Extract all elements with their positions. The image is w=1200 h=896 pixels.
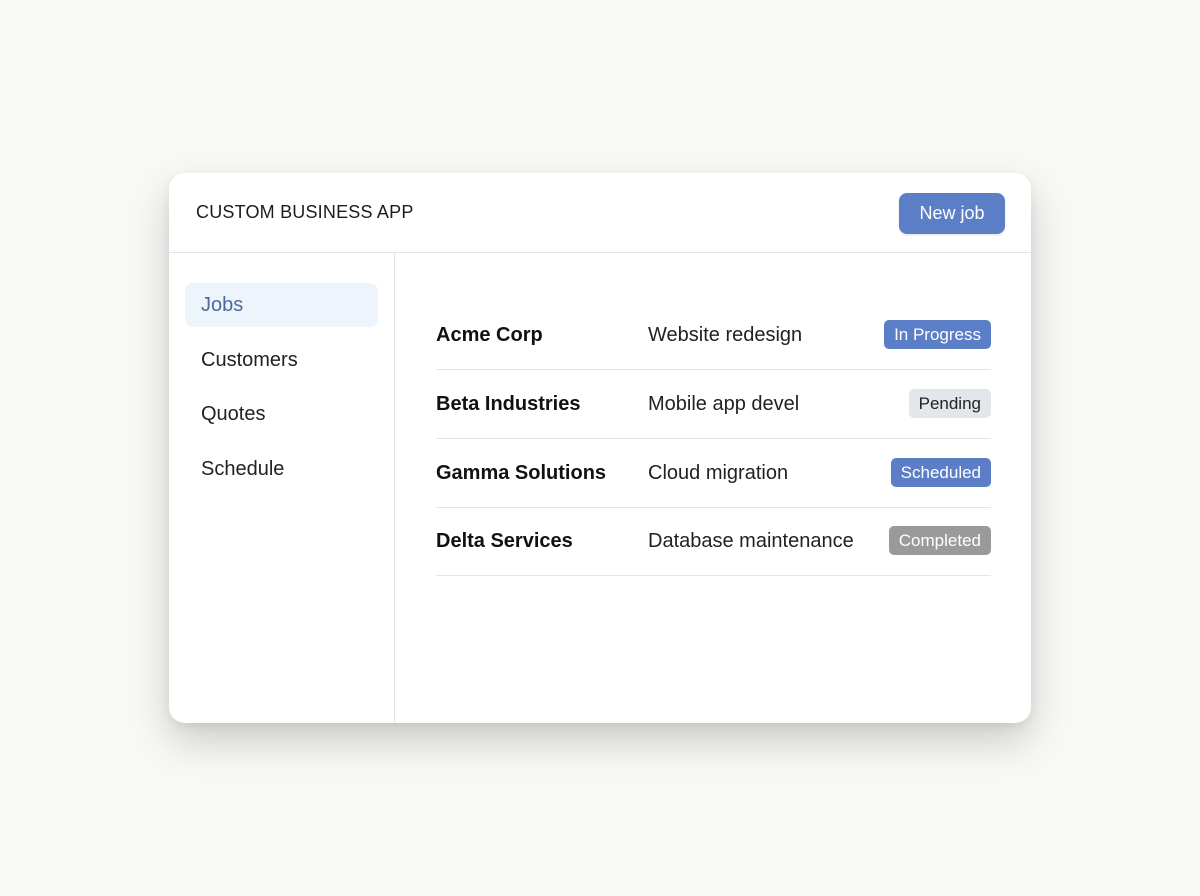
job-customer-name: Gamma Solutions: [436, 462, 607, 484]
new-job-button[interactable]: New job: [899, 193, 1005, 234]
sidebar-item-quotes[interactable]: Quotes: [185, 392, 378, 436]
status-badge: Pending: [908, 389, 991, 418]
status-badge: In Progress: [884, 320, 991, 349]
job-title: Mobile app devel: [648, 393, 800, 415]
sidebar-item-schedule[interactable]: Schedule: [185, 447, 378, 491]
job-row[interactable]: Delta Services Database maintenance Comp…: [436, 507, 991, 576]
job-row[interactable]: Beta Industries Mobile app devel Pending: [436, 370, 991, 439]
jobs-list: Acme Corp Website redesign In Progress B…: [395, 253, 1031, 723]
job-title: Website redesign: [648, 324, 803, 346]
job-customer-name: Acme Corp: [436, 324, 543, 346]
status-badge: Completed: [888, 526, 991, 555]
sidebar: Jobs Customers Quotes Schedule: [169, 253, 395, 723]
job-customer-name: Delta Services: [436, 530, 573, 552]
job-title: Database maintenance: [648, 530, 854, 552]
app-window: CUSTOM BUSINESS APP New job Jobs Custome…: [169, 173, 1031, 723]
app-title: CUSTOM BUSINESS APP: [196, 202, 414, 222]
status-badge: Scheduled: [890, 458, 991, 487]
job-row[interactable]: Gamma Solutions Cloud migration Schedule…: [436, 439, 991, 508]
job-title: Cloud migration: [648, 462, 789, 484]
sidebar-item-jobs[interactable]: Jobs: [185, 283, 378, 327]
app-header: CUSTOM BUSINESS APP New job: [169, 173, 1031, 253]
sidebar-item-customers[interactable]: Customers: [185, 338, 378, 382]
job-customer-name: Beta Industries: [436, 393, 581, 415]
job-row[interactable]: Acme Corp Website redesign In Progress: [436, 301, 991, 370]
